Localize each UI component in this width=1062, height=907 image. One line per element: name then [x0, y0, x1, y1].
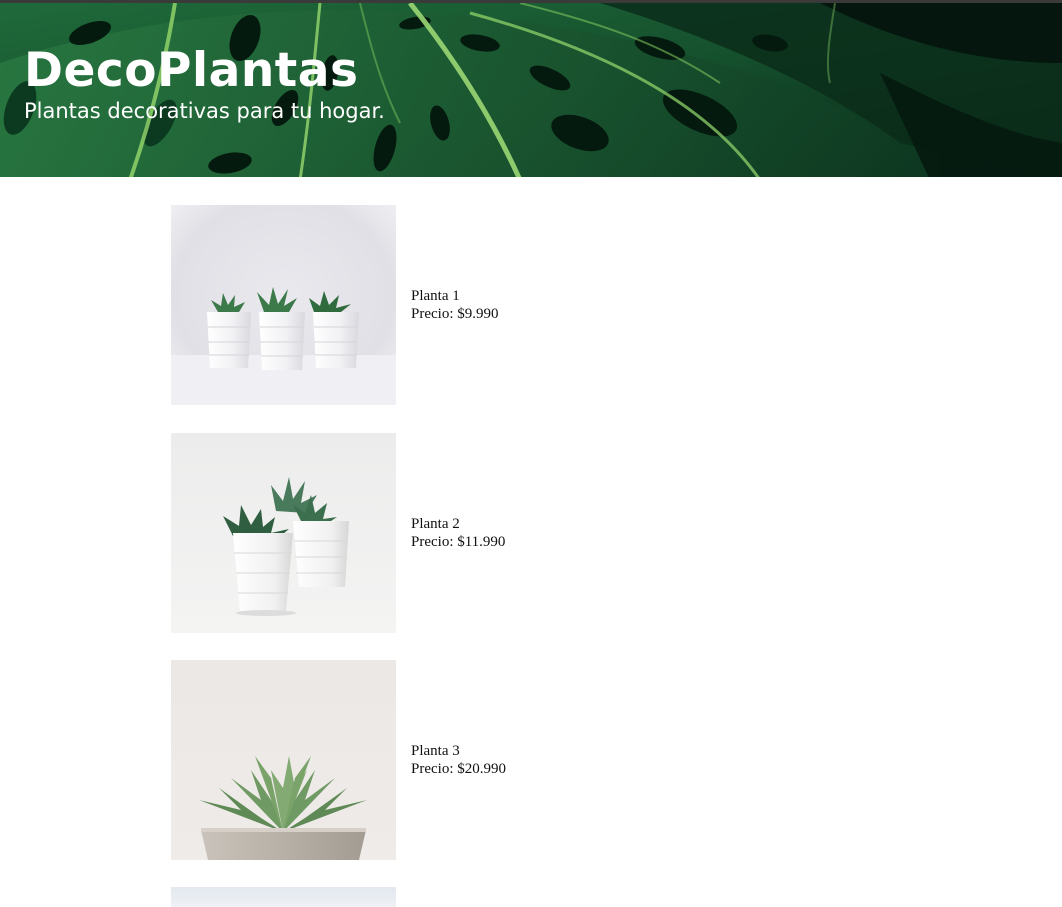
site-title: DecoPlantas — [24, 43, 359, 98]
three-succulents-white-pots-image — [171, 205, 396, 405]
succulent-concrete-pot-image — [171, 660, 396, 860]
product-name: Planta 2 — [411, 515, 460, 532]
site-subtitle: Plantas decorativas para tu hogar. — [24, 99, 385, 123]
product-image[interactable] — [171, 205, 396, 405]
product-name: Planta 3 — [411, 743, 460, 759]
product-info: Planta 2 Precio: $11.990 — [411, 515, 505, 551]
three-succulents-white-pots-angled-image — [171, 432, 396, 633]
product-item: Planta 1 Precio: $9.990 — [171, 205, 871, 405]
product-list: Planta 1 Precio: $9.990 Planta 2 Precio:… — [171, 205, 871, 888]
hero-text: DecoPlantas Plantas decorativas para tu … — [24, 47, 385, 122]
product-name: Planta 1 — [411, 288, 460, 304]
product-info: Planta 1 Precio: $9.990 — [411, 287, 499, 323]
product-item: Planta 3 Precio: $20.990 — [171, 660, 871, 860]
product-info: Planta 3 Precio: $20.990 — [411, 742, 506, 778]
product-price: Precio: $11.990 — [411, 533, 506, 550]
product-image-partial[interactable] — [171, 887, 396, 907]
product-image[interactable] — [171, 432, 396, 633]
product-image[interactable] — [171, 660, 396, 860]
product-item: Planta 2 Precio: $11.990 — [171, 432, 871, 633]
product-price: Precio: $20.990 — [411, 761, 506, 777]
hero-banner: DecoPlantas Plantas decorativas para tu … — [0, 0, 1062, 177]
product-price: Precio: $9.990 — [411, 306, 499, 322]
